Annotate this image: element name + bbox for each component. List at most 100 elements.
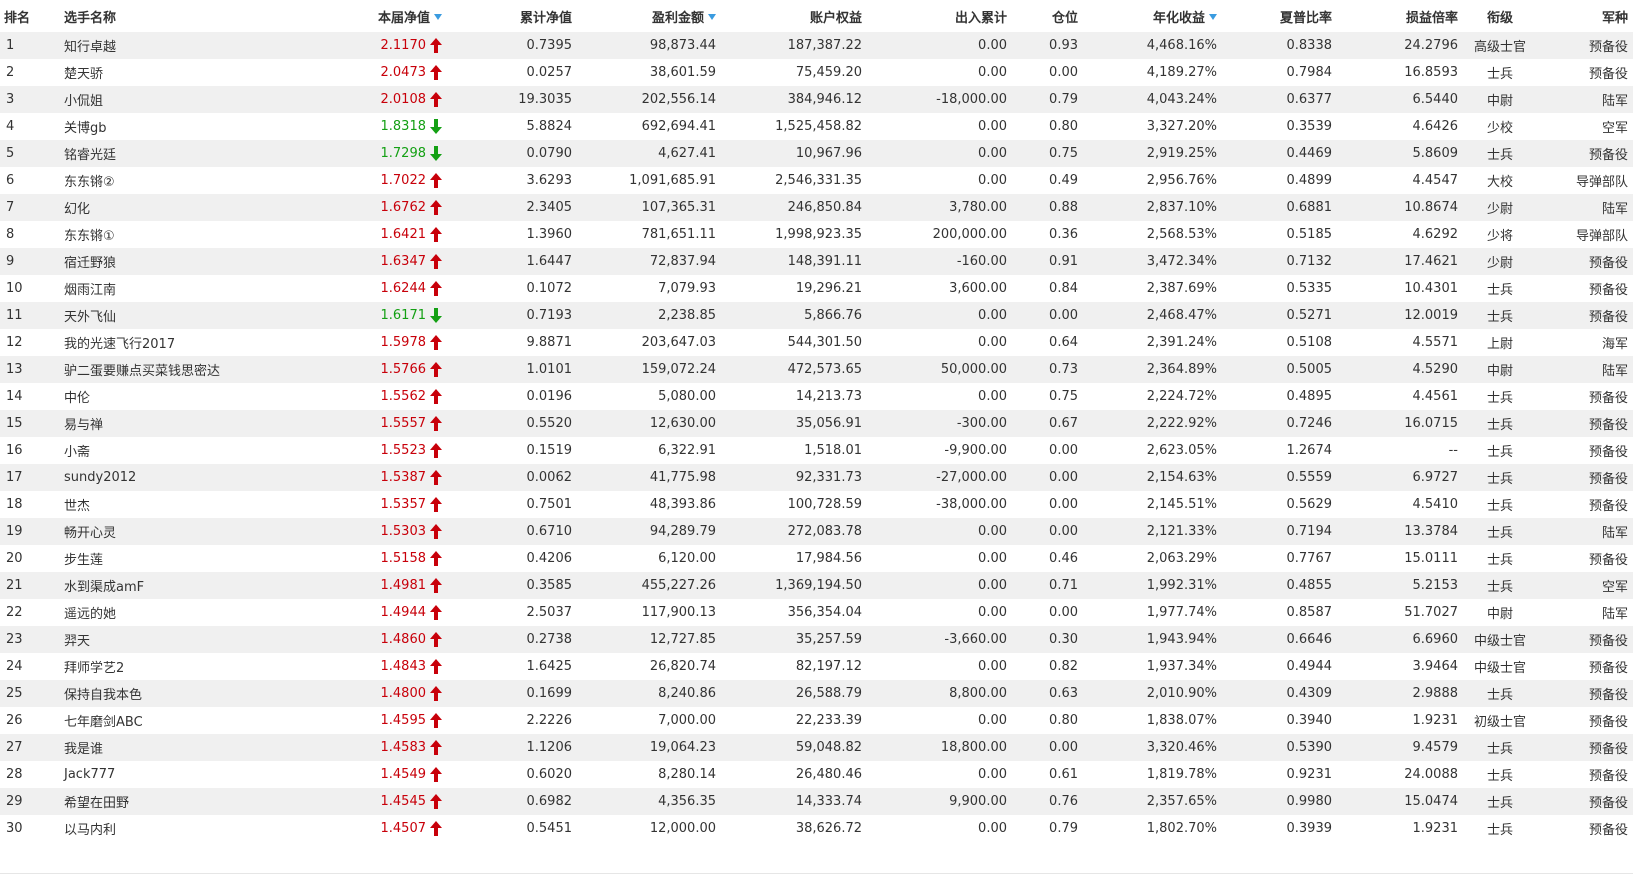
player-name-link[interactable]: 铭睿光廷 — [64, 140, 294, 167]
table-row[interactable]: 6 东东锵② 1.7022 3.6293 1,091,685.91 2,546,331.3… — [0, 167, 1633, 194]
table-row[interactable]: 20 步生莲 1.5158 0.4206 6,120.00 17,984.56 0.00 0.… — [0, 545, 1633, 572]
table-row[interactable]: 7 幻化 1.6762 2.3405 107,365.31 246,850.84 3,780… — [0, 194, 1633, 221]
table-row[interactable]: 5 铭睿光廷 1.7298 0.0790 4,627.41 10,967.96 0.00 0.… — [0, 140, 1633, 167]
table-row[interactable]: 23 羿天 1.4860 0.2738 12,727.85 35,257.59 -3,660… — [0, 626, 1633, 653]
equity-cell: 26,480.46 — [795, 767, 862, 782]
arrow-up-icon — [430, 821, 442, 836]
player-name-link[interactable]: 小斋 — [64, 437, 294, 464]
table-row[interactable]: 11 天外飞仙 1.6171 0.7193 2,238.85 5,866.76 0.00 0.… — [0, 302, 1633, 329]
table-row[interactable]: 28 Jack777 1.4549 0.6020 8,280.14 26,480.46 0.… — [0, 761, 1633, 788]
table-row[interactable]: 9 宿迁野狼 1.6347 1.6447 72,837.94 148,391.11 -160… — [0, 248, 1633, 275]
table-row[interactable]: 24 拜师学艺2 1.4843 1.6425 26,820.74 82,197.12 0.0… — [0, 653, 1633, 680]
player-name-link[interactable]: 步生莲 — [64, 545, 294, 572]
player-name-link[interactable]: 知行卓越 — [64, 32, 294, 59]
table-row[interactable]: 27 我是谁 1.4583 1.1206 19,064.23 59,048.82 18,80… — [0, 734, 1633, 761]
arrow-up-icon — [430, 767, 442, 782]
header-position[interactable]: 仓位 — [1010, 0, 1078, 32]
pl-ratio-cell: 17.4621 — [1404, 254, 1458, 269]
player-name-link[interactable]: 烟雨江南 — [64, 275, 294, 302]
header-cum-nav[interactable]: 累计净值 — [450, 0, 572, 32]
pl-ratio-cell: 3.9464 — [1412, 659, 1459, 674]
table-row[interactable]: 2 楚天骄 2.0473 0.0257 38,601.59 75,459.20 0.00 0.… — [0, 59, 1633, 86]
table-row[interactable]: 14 中伦 1.5562 0.0196 5,080.00 14,213.73 0.00 0.7… — [0, 383, 1633, 410]
player-name-link[interactable]: 宿迁野狼 — [64, 248, 294, 275]
player-name-link[interactable]: 畅开心灵 — [64, 518, 294, 545]
position-cell: 0.67 — [1049, 416, 1078, 431]
player-name-link[interactable]: 七年磨剑ABC — [64, 707, 294, 734]
player-name-link[interactable]: 希望在田野 — [64, 788, 294, 815]
table-row[interactable]: 30 以马内利 1.4507 0.5451 12,000.00 38,626.72 0.00… — [0, 815, 1633, 842]
table-row[interactable]: 1 知行卓越 2.1170 0.7395 98,873.44 187,387.22 0.00… — [0, 32, 1633, 59]
player-name-link[interactable]: 关博gb — [64, 113, 294, 140]
player-name-link[interactable]: 东东锵② — [64, 167, 294, 194]
player-name-link[interactable]: Jack777 — [64, 761, 294, 788]
table-row[interactable]: 29 希望在田野 1.4545 0.6982 4,356.35 14,333.74 9,90… — [0, 788, 1633, 815]
player-name-link[interactable]: 以马内利 — [64, 815, 294, 842]
cum-nav-cell: 0.6710 — [526, 524, 573, 539]
player-name-link[interactable]: 易与禅 — [64, 410, 294, 437]
player-name-link[interactable]: 中伦 — [64, 383, 294, 410]
player-name-link[interactable]: 我是谁 — [64, 734, 294, 761]
table-row[interactable]: 3 小侃姐 2.0108 19.3035 202,556.14 384,946.12 -18… — [0, 86, 1633, 113]
header-profit[interactable]: 盈利金额 — [580, 0, 716, 32]
table-row[interactable]: 8 东东锵① 1.6421 1.3960 781,651.11 1,998,923.35 2… — [0, 221, 1633, 248]
header-nav[interactable]: 本届净值 — [300, 0, 442, 32]
table-row[interactable]: 21 水到渠成amF 1.4981 0.3585 455,227.26 1,369,194… — [0, 572, 1633, 599]
header-ratio[interactable]: 损益倍率 — [1340, 0, 1458, 32]
player-name-link[interactable]: 羿天 — [64, 626, 294, 653]
player-name-link[interactable]: 我的光速飞行2017 — [64, 329, 294, 356]
position-cell: 0.63 — [1049, 686, 1078, 701]
sort-desc-icon[interactable] — [434, 14, 442, 20]
rank-cell: 21 — [6, 578, 23, 593]
sort-desc-icon[interactable] — [1209, 14, 1217, 20]
branch-cell: 海军 — [1601, 337, 1628, 352]
table-row[interactable]: 17 sundy2012 1.5387 0.0062 41,775.98 92,331.7… — [0, 464, 1633, 491]
player-name-link[interactable]: 东东锵① — [64, 221, 294, 248]
table-row[interactable]: 10 烟雨江南 1.6244 0.1072 7,079.93 19,296.21 3,600… — [0, 275, 1633, 302]
table-row[interactable]: 18 世杰 1.5357 0.7501 48,393.86 100,728.59 -38,0… — [0, 491, 1633, 518]
player-name-link[interactable]: 遥远的她 — [64, 599, 294, 626]
player-name-link[interactable]: 楚天骄 — [64, 59, 294, 86]
pl-ratio-cell: 12.0019 — [1404, 308, 1458, 323]
pl-ratio-cell: 4.6292 — [1412, 227, 1459, 242]
player-name-link[interactable]: 保持自我本色 — [64, 680, 294, 707]
table-row[interactable]: 15 易与禅 1.5557 0.5520 12,630.00 35,056.91 -300.… — [0, 410, 1633, 437]
player-name-link[interactable]: 驴二蛋要赚点买菜钱思密达 — [64, 356, 294, 383]
table-row[interactable]: 16 小斋 1.5523 0.1519 6,322.91 1,518.01 -9,900.0… — [0, 437, 1633, 464]
branch-cell: 预备役 — [1588, 553, 1628, 568]
header-equity[interactable]: 账户权益 — [720, 0, 862, 32]
header-flow[interactable]: 出入累计 — [870, 0, 1007, 32]
table-row[interactable]: 22 遥远的她 1.4944 2.5037 117,900.13 356,354.04 0.… — [0, 599, 1633, 626]
position-cell: 0.00 — [1049, 65, 1078, 80]
rank-title-cell: 大校 — [1486, 175, 1513, 190]
table-row[interactable]: 26 七年磨剑ABC 1.4595 2.2226 7,000.00 22,233.39 0.… — [0, 707, 1633, 734]
header-rank[interactable]: 排名 — [4, 0, 44, 32]
player-name-link[interactable]: 拜师学艺2 — [64, 653, 294, 680]
player-name-link[interactable]: 世杰 — [64, 491, 294, 518]
header-sharpe[interactable]: 夏普比率 — [1220, 0, 1332, 32]
table-row[interactable]: 12 我的光速飞行2017 1.5978 9.8871 203,647.03 544,30… — [0, 329, 1633, 356]
pl-ratio-cell: 6.5440 — [1412, 92, 1459, 107]
header-branch[interactable]: 军种 — [1544, 0, 1628, 32]
annual-return-cell: 2,364.89% — [1146, 362, 1217, 377]
table-row[interactable]: 25 保持自我本色 1.4800 0.1699 8,240.86 26,588.79 8,8… — [0, 680, 1633, 707]
player-name-link[interactable]: 小侃姐 — [64, 86, 294, 113]
arrow-up-icon — [430, 38, 442, 53]
player-name-link[interactable]: 幻化 — [64, 194, 294, 221]
header-rank-title[interactable]: 衔级 — [1462, 0, 1538, 32]
annual-return-cell: 2,568.53% — [1146, 227, 1217, 242]
player-name-link[interactable]: sundy2012 — [64, 464, 294, 491]
table-row[interactable]: 19 畅开心灵 1.5303 0.6710 94,289.79 272,083.78 0.0… — [0, 518, 1633, 545]
table-row[interactable]: 13 驴二蛋要赚点买菜钱思密达 1.5766 1.0101 159,072.24 472,… — [0, 356, 1633, 383]
header-name[interactable]: 选手名称 — [64, 0, 294, 32]
player-name-link[interactable]: 天外飞仙 — [64, 302, 294, 329]
table-row[interactable]: 4 关博gb 1.8318 5.8824 692,694.41 1,525,458.82 0… — [0, 113, 1633, 140]
header-annual[interactable]: 年化收益 — [1085, 0, 1217, 32]
player-name-link[interactable]: 水到渠成amF — [64, 572, 294, 599]
nav-cell: 1.5557 — [300, 410, 442, 437]
pl-ratio-cell: 10.8674 — [1404, 200, 1458, 215]
profit-cell: 12,000.00 — [649, 821, 716, 836]
sharpe-cell: 0.4469 — [1286, 146, 1333, 161]
pl-ratio-cell: 4.4547 — [1412, 173, 1459, 188]
sort-desc-icon[interactable] — [708, 14, 716, 20]
